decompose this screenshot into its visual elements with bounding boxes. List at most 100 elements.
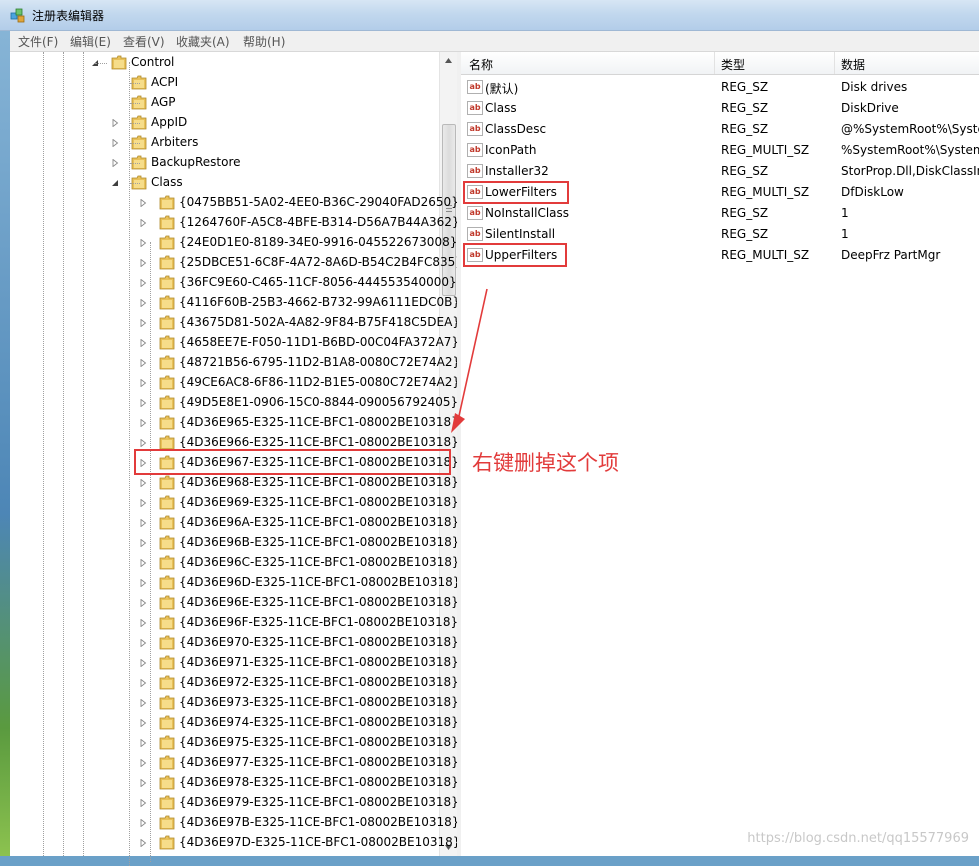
tree-item-class-key-28[interactable]: {4D36E977-E325-11CE-BFC1-08002BE10318} xyxy=(10,753,459,773)
tree-item-agp[interactable]: AGP xyxy=(10,93,439,113)
tree-item-class-key-29[interactable]: {4D36E978-E325-11CE-BFC1-08002BE10318} xyxy=(10,773,459,793)
expanded-arrow-icon[interactable] xyxy=(111,179,119,187)
menu-help[interactable]: 帮助(H) xyxy=(243,33,285,50)
value-row-class[interactable]: ab Class REG_SZ DiskDrive xyxy=(461,98,979,119)
collapsed-arrow-icon[interactable] xyxy=(139,339,147,347)
tree-item-class-key-22[interactable]: {4D36E970-E325-11CE-BFC1-08002BE10318} xyxy=(10,633,459,653)
tree-item-class-key-11[interactable]: {4D36E965-E325-11CE-BFC1-08002BE10318} xyxy=(10,413,459,433)
collapsed-arrow-icon[interactable] xyxy=(139,479,147,487)
tree-item-class-key-26[interactable]: {4D36E974-E325-11CE-BFC1-08002BE10318} xyxy=(10,713,459,733)
tree-item-class-key-18[interactable]: {4D36E96C-E325-11CE-BFC1-08002BE10318} xyxy=(10,553,460,573)
folder-icon xyxy=(159,335,175,350)
collapsed-arrow-icon[interactable] xyxy=(139,259,147,267)
collapsed-arrow-icon[interactable] xyxy=(139,239,147,247)
value-row-silentinstall[interactable]: ab SilentInstall REG_SZ 1 xyxy=(461,224,979,245)
tree-item-class-key-14[interactable]: {4D36E968-E325-11CE-BFC1-08002BE10318} xyxy=(10,473,459,493)
collapsed-arrow-icon[interactable] xyxy=(139,279,147,287)
menu-view[interactable]: 查看(V) xyxy=(123,33,165,50)
tree-item-class-key-25[interactable]: {4D36E973-E325-11CE-BFC1-08002BE10318} xyxy=(10,693,459,713)
tree-item-class-key-9[interactable]: {49CE6AC8-6F86-11D2-B1E5-0080C72E74A2} xyxy=(10,373,460,393)
annotation-text: 右键删掉这个项 xyxy=(472,451,619,475)
tree-item-class-key-5[interactable]: {4116F60B-25B3-4662-B732-99A6111EDC0B} xyxy=(10,293,460,313)
tree-item-label: {4D36E972-E325-11CE-BFC1-08002BE10318} xyxy=(179,675,459,689)
tree-item-class-key-31[interactable]: {4D36E97B-E325-11CE-BFC1-08002BE10318} xyxy=(10,813,459,833)
collapsed-arrow-icon[interactable] xyxy=(139,579,147,587)
collapsed-arrow-icon[interactable] xyxy=(139,779,147,787)
tree-item-class-key-0[interactable]: {0475BB51-5A02-4EE0-B36C-29040FAD2650} xyxy=(10,193,459,213)
collapsed-arrow-icon[interactable] xyxy=(139,839,147,847)
string-value-icon: ab xyxy=(467,227,483,241)
collapsed-arrow-icon[interactable] xyxy=(139,699,147,707)
collapsed-arrow-icon[interactable] xyxy=(139,519,147,527)
menu-favorites[interactable]: 收藏夹(A) xyxy=(176,33,230,50)
collapsed-arrow-icon[interactable] xyxy=(139,219,147,227)
collapsed-arrow-icon[interactable] xyxy=(139,719,147,727)
tree-item-class-key-1[interactable]: {1264760F-A5C8-4BFE-B314-D56A7B44A362} xyxy=(10,213,460,233)
tree-item-class-key-21[interactable]: {4D36E96F-E325-11CE-BFC1-08002BE10318} xyxy=(10,613,458,633)
menu-edit[interactable]: 编辑(E) xyxy=(70,33,111,50)
tree-item-class-key-8[interactable]: {48721B56-6795-11D2-B1A8-0080C72E74A2} xyxy=(10,353,460,373)
value-row-iconpath[interactable]: ab IconPath REG_MULTI_SZ %SystemRoot%\Syste… xyxy=(461,140,979,161)
column-name[interactable]: 名称 xyxy=(469,56,493,73)
column-data[interactable]: 数据 xyxy=(841,56,865,73)
collapsed-arrow-icon[interactable] xyxy=(139,199,147,207)
collapsed-arrow-icon[interactable] xyxy=(111,119,119,127)
tree-item-class-key-7[interactable]: {4658EE7E-F050-11D1-B6BD-00C04FA372A7} xyxy=(10,333,459,353)
scroll-thumb[interactable] xyxy=(442,124,456,296)
collapsed-arrow-icon[interactable] xyxy=(139,359,147,367)
value-row-installer32[interactable]: ab Installer32 REG_SZ StorProp.Dll,DiskClas… xyxy=(461,161,979,182)
scroll-up-arrow-icon[interactable] xyxy=(440,52,457,69)
collapsed-arrow-icon[interactable] xyxy=(139,499,147,507)
collapsed-arrow-icon[interactable] xyxy=(139,799,147,807)
folder-icon xyxy=(159,695,175,710)
tree-item-class-key-4[interactable]: {36FC9E60-C465-11CF-8056-444553540000} xyxy=(10,273,457,293)
value-row-noinstallclass[interactable]: ab NoInstallClass REG_SZ 1 xyxy=(461,203,979,224)
collapsed-arrow-icon[interactable] xyxy=(139,639,147,647)
tree-item-class-key-17[interactable]: {4D36E96B-E325-11CE-BFC1-08002BE10318} xyxy=(10,533,459,553)
collapsed-arrow-icon[interactable] xyxy=(139,319,147,327)
tree-item-class[interactable]: Class xyxy=(10,173,439,193)
string-value-icon: ab xyxy=(467,143,483,157)
collapsed-arrow-icon[interactable] xyxy=(111,159,119,167)
tree-item-class-key-15[interactable]: {4D36E969-E325-11CE-BFC1-08002BE10318} xyxy=(10,493,459,513)
collapsed-arrow-icon[interactable] xyxy=(111,139,119,147)
collapsed-arrow-icon[interactable] xyxy=(139,599,147,607)
tree-item-label: {4D36E970-E325-11CE-BFC1-08002BE10318} xyxy=(179,635,459,649)
value-row-[interactable]: ab (默认) REG_SZ Disk drives xyxy=(461,77,979,98)
tree-item-class-key-27[interactable]: {4D36E975-E325-11CE-BFC1-08002BE10318} xyxy=(10,733,459,753)
value-row-classdesc[interactable]: abClassDesc REG_SZ @%SystemRoot%\System32\ xyxy=(461,119,979,140)
tree-item-class-key-30[interactable]: {4D36E979-E325-11CE-BFC1-08002BE10318} xyxy=(10,793,459,813)
tree-item-backuprestore[interactable]: BackupRestore xyxy=(10,153,439,173)
collapsed-arrow-icon[interactable] xyxy=(139,819,147,827)
value-name: Class xyxy=(485,101,517,115)
tree-item-arbiters[interactable]: Arbiters xyxy=(10,133,439,153)
menu-file[interactable]: 文件(F) xyxy=(18,33,58,50)
collapsed-arrow-icon[interactable] xyxy=(139,619,147,627)
collapsed-arrow-icon[interactable] xyxy=(139,739,147,747)
tree-item-class-key-2[interactable]: {24E0D1E0-8189-34E0-9916-045522673008} xyxy=(10,233,457,253)
collapsed-arrow-icon[interactable] xyxy=(139,399,147,407)
tree-item-class-key-32[interactable]: {4D36E97D-E325-11CE-BFC1-08002BE10318} xyxy=(10,833,460,853)
collapsed-arrow-icon[interactable] xyxy=(139,379,147,387)
collapsed-arrow-icon[interactable] xyxy=(139,439,147,447)
tree-item-class-key-16[interactable]: {4D36E96A-E325-11CE-BFC1-08002BE10318} xyxy=(10,513,459,533)
tree-item-control[interactable]: Control xyxy=(10,53,439,73)
collapsed-arrow-icon[interactable] xyxy=(139,659,147,667)
collapsed-arrow-icon[interactable] xyxy=(139,559,147,567)
tree-item-class-key-24[interactable]: {4D36E972-E325-11CE-BFC1-08002BE10318} xyxy=(10,673,459,693)
tree-item-class-key-10[interactable]: {49D5E8E1-0906-15C0-8844-090056792405} xyxy=(10,393,458,413)
column-type[interactable]: 类型 xyxy=(721,56,745,73)
collapsed-arrow-icon[interactable] xyxy=(139,759,147,767)
collapsed-arrow-icon[interactable] xyxy=(139,539,147,547)
tree-item-class-key-20[interactable]: {4D36E96E-E325-11CE-BFC1-08002BE10318} xyxy=(10,593,459,613)
tree-item-class-key-23[interactable]: {4D36E971-E325-11CE-BFC1-08002BE10318} xyxy=(10,653,459,673)
tree-item-appid[interactable]: AppID xyxy=(10,113,439,133)
tree-item-acpi[interactable]: ACPI xyxy=(10,73,439,93)
folder-icon xyxy=(159,255,175,270)
tree-item-class-key-3[interactable]: {25DBCE51-6C8F-4A72-8A6D-B54C2B4FC835} xyxy=(10,253,463,273)
tree-item-class-key-6[interactable]: {43675D81-502A-4A82-9F84-B75F418C5DEA} xyxy=(10,313,460,333)
collapsed-arrow-icon[interactable] xyxy=(139,419,147,427)
collapsed-arrow-icon[interactable] xyxy=(139,679,147,687)
tree-item-class-key-19[interactable]: {4D36E96D-E325-11CE-BFC1-08002BE10318} xyxy=(10,573,460,593)
collapsed-arrow-icon[interactable] xyxy=(139,299,147,307)
